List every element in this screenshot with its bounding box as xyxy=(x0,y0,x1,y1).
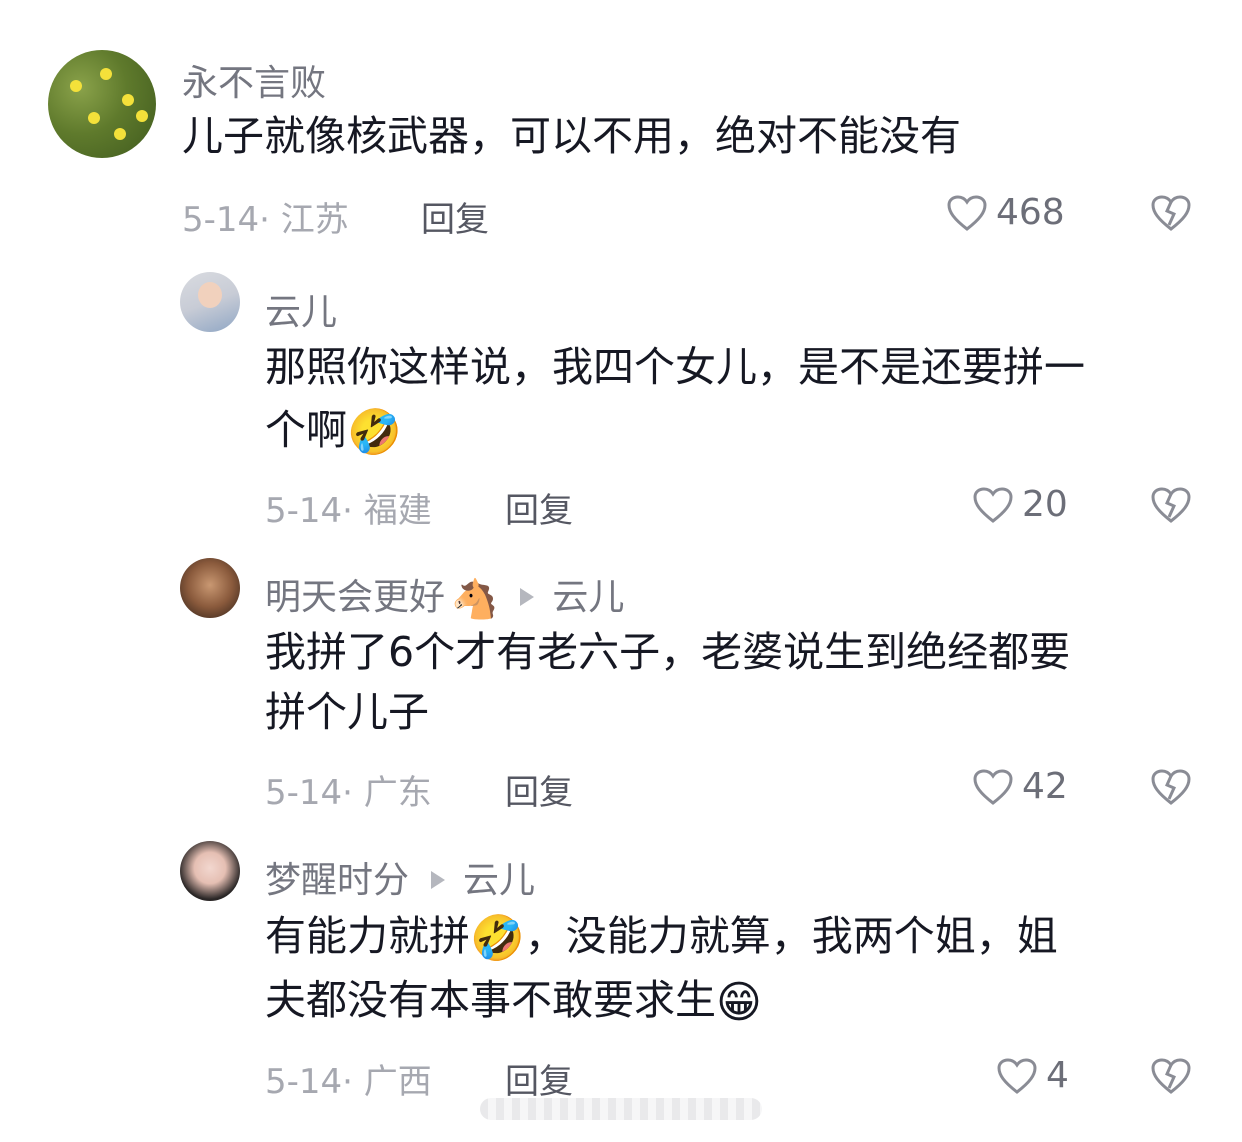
reply-button[interactable]: 回复 xyxy=(505,765,573,814)
username[interactable]: 云儿 xyxy=(265,283,337,335)
avatar[interactable] xyxy=(48,50,156,158)
heart-outline-icon xyxy=(973,486,1013,523)
like-button[interactable]: 20 xyxy=(972,484,1068,525)
comment-text: 有能力就拼🤣，没能力就算，我两个姐，姐 xyxy=(265,912,1058,964)
broken-heart-icon[interactable] xyxy=(1150,767,1192,807)
username-row: 明天会更好 🐴 云儿 xyxy=(265,568,624,622)
heart-outline-icon xyxy=(947,194,987,231)
comment-text-line2: 夫都没有本事不敢要求生😁 xyxy=(265,976,762,1028)
broken-heart-icon[interactable] xyxy=(1150,485,1192,525)
like-count: 4 xyxy=(1046,1055,1069,1096)
grin-emoji: 😁 xyxy=(716,977,762,1028)
heart-outline-icon xyxy=(997,1057,1037,1094)
reply-to-username[interactable]: 云儿 xyxy=(552,577,624,618)
like-count: 468 xyxy=(996,192,1065,233)
rofl-emoji: 🤣 xyxy=(470,913,525,964)
reply-to-username[interactable]: 云儿 xyxy=(463,860,535,901)
reply-button[interactable]: 回复 xyxy=(505,1054,573,1103)
broken-heart-icon[interactable] xyxy=(1150,193,1192,233)
date-location: 5-14· 江苏 xyxy=(182,200,349,240)
username[interactable]: 明天会更好 xyxy=(265,577,445,618)
comment-text-line2: 拼个儿子 xyxy=(265,688,429,736)
comment-text: 儿子就像核武器，可以不用，绝对不能没有 xyxy=(182,112,961,160)
comment-text-line2: 个啊🤣 xyxy=(265,406,402,458)
rofl-emoji: 🤣 xyxy=(347,407,402,458)
horse-emoji: 🐴 xyxy=(451,576,499,621)
like-button[interactable]: 4 xyxy=(996,1055,1069,1096)
like-button[interactable]: 42 xyxy=(972,766,1068,807)
username[interactable]: 梦醒时分 xyxy=(265,860,409,901)
username[interactable]: 永不言败 xyxy=(182,54,326,106)
triangle-right-icon xyxy=(520,588,535,606)
avatar[interactable] xyxy=(180,272,240,332)
avatar[interactable] xyxy=(180,841,240,901)
reply-button[interactable]: 回复 xyxy=(505,483,573,532)
date-location: 5-14· 广东 xyxy=(265,773,432,813)
reply-button[interactable]: 回复 xyxy=(421,192,489,241)
avatar[interactable] xyxy=(180,558,240,618)
broken-heart-icon[interactable] xyxy=(1150,1056,1192,1096)
date-location: 5-14· 福建 xyxy=(265,491,432,531)
watermark-bar xyxy=(480,1098,762,1120)
date-location: 5-14· 广西 xyxy=(265,1062,432,1102)
like-count: 42 xyxy=(1022,766,1068,807)
comment-text: 我拼了6个才有老六子，老婆说生到绝经都要 xyxy=(265,628,1071,676)
triangle-right-icon xyxy=(431,871,446,889)
like-button[interactable]: 468 xyxy=(946,192,1065,233)
comment-text: 那照你这样说，我四个女儿，是不是还要拼一 xyxy=(265,343,1085,391)
like-count: 20 xyxy=(1022,484,1068,525)
username-row: 梦醒时分 云儿 xyxy=(265,851,535,903)
heart-outline-icon xyxy=(973,768,1013,805)
